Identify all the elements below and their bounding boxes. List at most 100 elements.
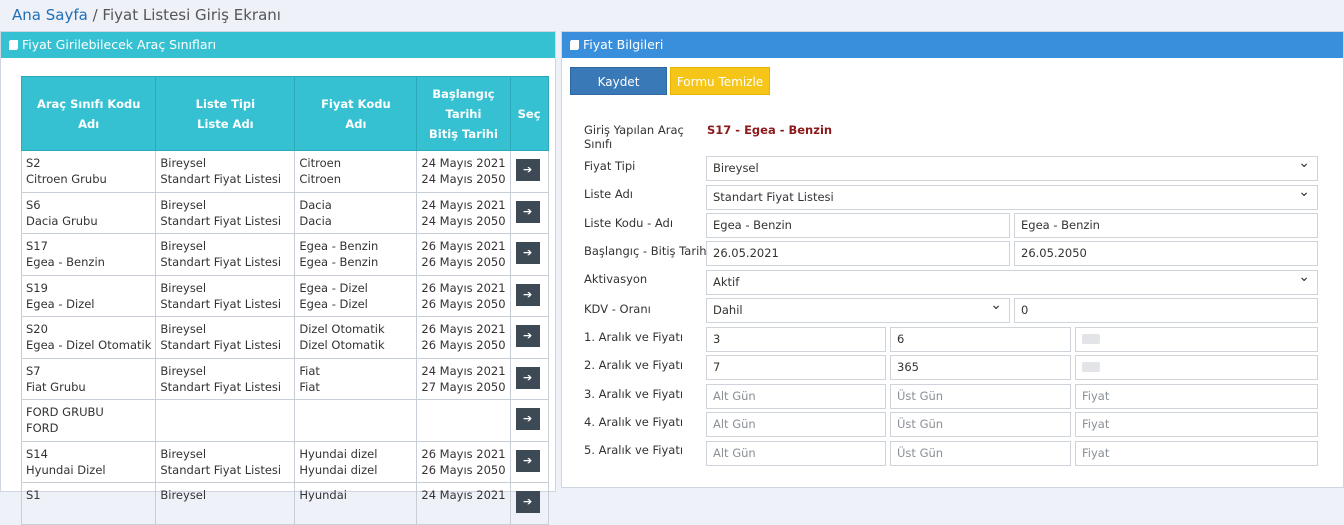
dates-cell: 24 Mayıs 2021 27 Mayıs 2050 [416,357,511,400]
range3-price-input[interactable]: Fiyat [1075,384,1318,409]
select-row-button[interactable]: ➔ [515,242,540,264]
vat-select[interactable]: Dahil [706,298,1010,323]
vat-rate-input[interactable]: 0 [1014,298,1318,323]
cell-text: Standart Fiyat Listesi [160,338,282,352]
table-row: S7 Fiat Grubu Bireysel Standart Fiyat Liste… [20,357,549,400]
cell-text: S17 [26,239,48,253]
range4-low-input[interactable]: Alt Gün [706,412,886,437]
range3-label: 3. Aralık ve Fiyatı [584,387,684,401]
class-cell: FORD GRUBU FORD [20,399,157,442]
cell-text [421,420,505,436]
cell-text: S7 [26,363,41,378]
price-code-cell: Egea - Dizel Egea - Dizel [294,274,418,317]
redacted-value [1082,362,1100,372]
activation-select[interactable]: Aktif [706,270,1318,295]
cell-text: 27 Mayıs 2050 [421,379,506,394]
select-row-button[interactable]: ➔ [515,200,540,223]
dates-cell: 24 Mayıs 2021 24 Mayıs 2050 [416,191,511,234]
range1-high-input[interactable]: 6 [890,327,1071,352]
class-cell: S2 Citroen Grubu [20,150,157,193]
arrow-right-icon: ➔ [522,453,533,467]
cell-text: 26 Mayıs 2050 [421,296,506,311]
cell-text: Bireysel [160,446,207,461]
range5-low-input[interactable]: Alt Gün [706,441,886,466]
class-cell: S17 Egea - Benzin [20,233,157,276]
cell-text: Standart Fiyat Listesi [160,296,282,311]
select-row-button[interactable]: ➔ [515,325,540,347]
cell-text [299,503,412,519]
price-code-cell: Egea - Benzin Egea - Benzin [294,233,418,276]
select-row-button[interactable]: ➔ [515,159,540,181]
cell-text: FORD GRUBU [26,405,104,419]
cell-text [299,404,412,420]
arrow-right-icon: ➔ [522,204,533,218]
cell-text: Egea - Benzin [299,239,379,253]
start-date-input[interactable]: 26.05.2021 [706,241,1010,266]
list-cell: Bireysel Standart Fiyat Listesi [155,150,296,193]
arrow-right-icon: ➔ [522,246,533,259]
cell-text: Egea - Dizel [299,280,368,295]
cell-text: S14 [26,446,48,461]
cell-text: Egea - Dizel [299,296,368,311]
breadcrumb-home-link[interactable]: Ana Sayfa [12,6,88,24]
range2-high-input[interactable]: 365 [890,355,1071,380]
vehicle-class-panel: Fiyat Girilebilecek Araç Sınıfları Araç … [0,31,556,525]
price-code-cell: Hyundai dizel Hyundai dizel [294,440,418,483]
list-name-label: Liste Adı [584,187,633,201]
select-row-button[interactable]: ➔ [515,366,540,389]
cell-text: Egea - Dizel Otomatik [26,338,152,352]
save-button[interactable]: Kaydet [570,67,667,95]
range5-high-input[interactable]: Üst Gün [890,441,1071,466]
cell-text: 24 Mayıs 2050 [421,172,506,186]
range4-price-input[interactable]: Fiyat [1075,412,1318,437]
select-row-button[interactable]: ➔ [515,283,540,306]
cell-text: Fiat [299,363,320,378]
arrow-right-icon: ➔ [522,163,533,176]
range2-price-input[interactable] [1075,355,1318,380]
class-cell: S20 Egea - Dizel Otomatik [20,316,157,359]
class-cell: S1 [20,482,157,525]
select-cell: ➔ [509,191,549,234]
table-row: S17 Egea - Benzin Bireysel Standart Fiyat L… [20,233,549,276]
select-cell: ➔ [509,399,549,442]
cell-text [26,503,151,519]
dates-cell: 26 Mayıs 2021 26 Mayıs 2050 [416,440,511,483]
breadcrumb-separator: / [92,6,98,24]
cell-text: Dacia Grubu [26,213,98,228]
list-cell: Bireysel Standart Fiyat Listesi [155,316,296,359]
table-row: S6 Dacia Grubu Bireysel Standart Fiyat List… [20,191,549,234]
arrow-right-icon: ➔ [522,412,533,425]
range2-label: 2. Aralık ve Fiyatı [584,358,684,372]
range3-low-input[interactable]: Alt Gün [706,384,886,409]
cell-text: Bireysel [160,197,207,212]
list-name-select[interactable]: Standart Fiyat Listesi [706,185,1318,210]
range3-high-input[interactable]: Üst Gün [890,384,1071,409]
price-type-label: Fiyat Tipi [584,159,636,173]
select-row-button[interactable]: ➔ [515,491,540,513]
arrow-right-icon: ➔ [522,370,533,384]
end-date-input[interactable]: 26.05.2050 [1014,241,1318,266]
cell-text: 26 Mayıs 2050 [421,255,506,269]
range4-label: 4. Aralık ve Fiyatı [584,415,684,429]
vehicle-class-panel-title: Fiyat Girilebilecek Araç Sınıfları [22,37,217,52]
select-row-button[interactable]: ➔ [515,408,540,430]
cell-text: Fiat Grubu [26,379,86,394]
range5-price-input[interactable]: Fiyat [1075,441,1318,466]
cell-text: 26 Mayıs 2021 [421,322,506,336]
range1-low-input[interactable]: 3 [706,327,886,352]
range4-high-input[interactable]: Üst Gün [890,412,1071,437]
cell-text: 26 Mayıs 2021 [421,280,506,295]
list-cell: Bireysel Standart Fiyat Listesi [155,191,296,234]
range1-price-input[interactable] [1075,327,1318,352]
range2-low-input[interactable]: 7 [706,355,886,380]
list-name-input[interactable]: Egea - Benzin [1014,213,1318,238]
clear-form-button[interactable]: Formu Temizle [670,67,770,95]
table-row: S20 Egea - Dizel Otomatik Bireysel Standart… [20,316,549,359]
range5-label: 5. Aralık ve Fiyatı [584,443,684,457]
redacted-value [1082,334,1100,344]
select-row-button[interactable]: ➔ [515,449,540,472]
cell-text: Hyundai [299,488,347,502]
list-code-input[interactable]: Egea - Benzin [706,213,1010,238]
price-type-select[interactable]: Bireysel [706,156,1318,181]
col-header-list: Liste Tipi Liste Adı [155,76,296,151]
